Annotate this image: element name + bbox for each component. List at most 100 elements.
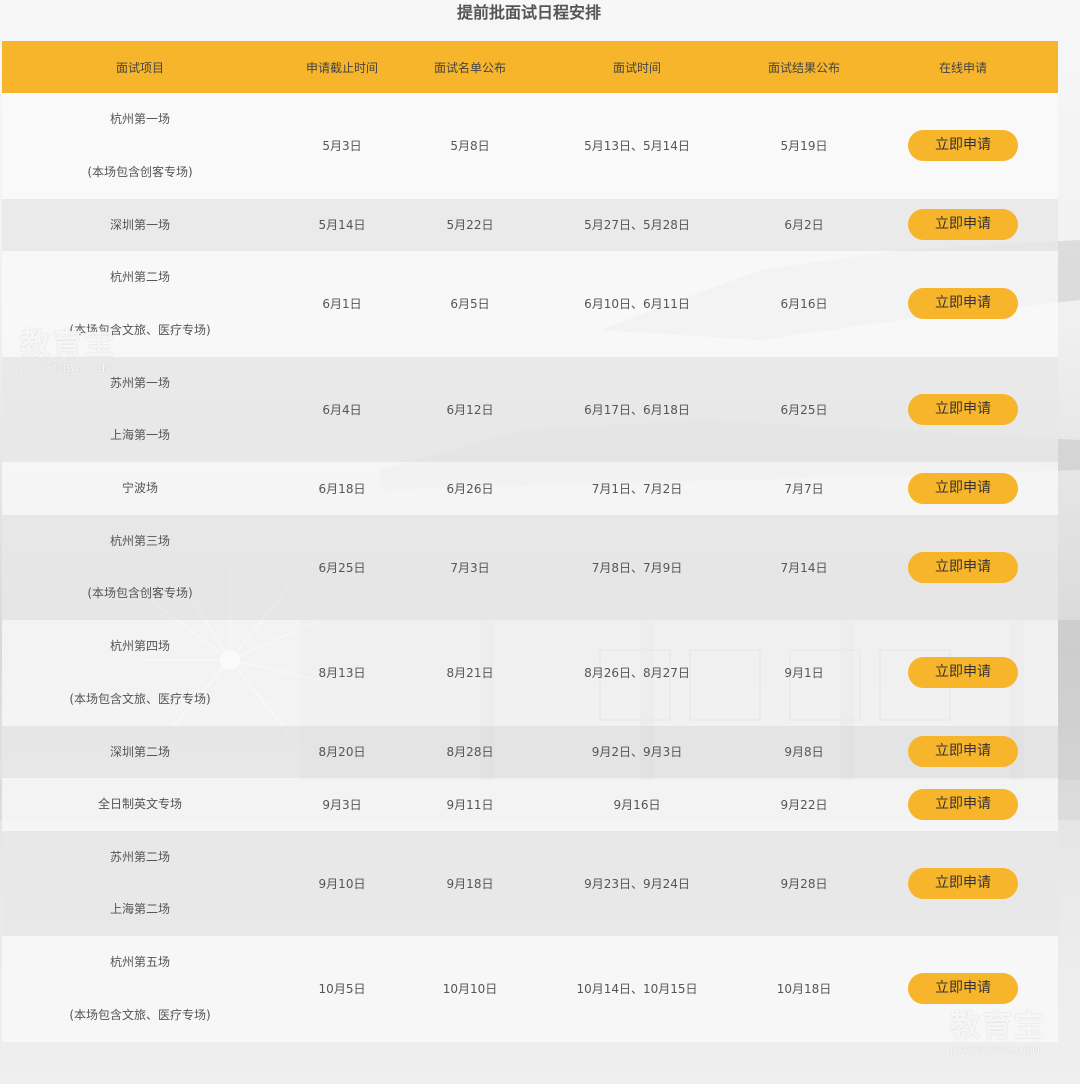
table-row: 杭州第三场 (本场包含创客专场) 6月25日 7月3日 7月8日、7月9日 7月14日 立即… [2, 514, 1058, 620]
cell-interview-time: 6月10日、6月11日 [534, 251, 740, 357]
item-line: 杭州第四场 [109, 639, 170, 654]
table-header-row: 面试项目 申请截止时间 面试名单公布 面试时间 面试结果公布 在线申请 [2, 41, 1058, 93]
table-row: 深圳第一场 5月14日 5月22日 5月27日、5月28日 6月2日 立即申请 [2, 198, 1058, 251]
cell-result-announcement: 9月8日 [740, 725, 868, 778]
header-item: 面试项目 [2, 41, 278, 93]
item-line: 深圳第二场 [109, 744, 170, 759]
item-line: 杭州第二场 [109, 270, 170, 285]
cell-list-announcement: 7月3日 [406, 514, 534, 620]
cell-item: 杭州第四场 (本场包含文旅、医疗专场) [2, 620, 278, 726]
interview-schedule-table: 面试项目 申请截止时间 面试名单公布 面试时间 面试结果公布 在线申请 杭州第一… [2, 41, 1058, 1042]
cell-list-announcement: 6月12日 [406, 356, 534, 462]
apply-now-button[interactable]: 立即申请 [908, 867, 1018, 899]
cell-deadline: 8月13日 [278, 620, 406, 726]
watermark-url: JIAOYUBAO.CN [950, 1044, 1042, 1057]
item-line: (本场包含创客专场) [87, 164, 193, 179]
cell-apply: 立即申请 [868, 725, 1058, 778]
header-result-announcement: 面试结果公布 [740, 41, 868, 93]
cell-interview-time: 9月16日 [534, 778, 740, 831]
header-online-apply: 在线申请 [868, 41, 1058, 93]
cell-item: 全日制英文专场 [2, 778, 278, 831]
cell-apply: 立即申请 [868, 356, 1058, 462]
table-row: 杭州第一场 (本场包含创客专场) 5月3日 5月8日 5月13日、5月14日 5月19日 立… [2, 93, 1058, 199]
cell-list-announcement: 10月10日 [406, 936, 534, 1042]
cell-interview-time: 6月17日、6月18日 [534, 356, 740, 462]
cell-deadline: 6月4日 [278, 356, 406, 462]
cell-deadline: 10月5日 [278, 936, 406, 1042]
watermark-logo: 教育宝 [950, 1009, 1046, 1044]
item-line: 全日制英文专场 [97, 797, 182, 811]
item-line: 杭州第一场 [109, 112, 170, 127]
item-line: (本场包含文旅、医疗专场) [69, 1007, 211, 1022]
cell-deadline: 8月20日 [278, 725, 406, 778]
cell-apply: 立即申请 [868, 462, 1058, 515]
item-line: 宁波场 [121, 481, 158, 495]
cell-item: 宁波场 [2, 462, 278, 515]
cell-interview-time: 5月27日、5月28日 [534, 198, 740, 251]
cell-item: 深圳第一场 [2, 198, 278, 251]
cell-result-announcement: 6月25日 [740, 356, 868, 462]
cell-interview-time: 7月1日、7月2日 [534, 462, 740, 515]
cell-deadline: 9月3日 [278, 778, 406, 831]
cell-list-announcement: 9月11日 [406, 778, 534, 831]
apply-now-button[interactable]: 立即申请 [908, 736, 1018, 768]
cell-apply: 立即申请 [868, 778, 1058, 831]
apply-now-button[interactable]: 立即申请 [908, 973, 1018, 1005]
cell-result-announcement: 9月28日 [740, 830, 868, 936]
cell-list-announcement: 6月5日 [406, 251, 534, 357]
cell-deadline: 9月10日 [278, 830, 406, 936]
apply-now-button[interactable]: 立即申请 [908, 130, 1018, 162]
apply-now-button[interactable]: 立即申请 [908, 393, 1018, 425]
watermark-right: 教育宝 JIAOYUBAO.CN [950, 1009, 1046, 1058]
cell-result-announcement: 10月18日 [740, 936, 868, 1042]
item-line: 深圳第一场 [109, 217, 170, 232]
table-row: 全日制英文专场 9月3日 9月11日 9月16日 9月22日 立即申请 [2, 778, 1058, 831]
cell-apply: 立即申请 [868, 251, 1058, 357]
table-row: 苏州第一场 上海第一场 6月4日 6月12日 6月17日、6月18日 6月25日 立即申请 [2, 356, 1058, 462]
cell-result-announcement: 6月16日 [740, 251, 868, 357]
table-row: 苏州第二场 上海第二场 9月10日 9月18日 9月23日、9月24日 9月28日 立即申请 [2, 830, 1058, 936]
cell-apply: 立即申请 [868, 514, 1058, 620]
apply-now-button[interactable]: 立即申请 [908, 472, 1018, 504]
cell-item: 杭州第五场 (本场包含文旅、医疗专场) [2, 936, 278, 1042]
item-line: 杭州第三场 [109, 533, 170, 548]
item-line: 苏州第二场 [109, 849, 170, 864]
cell-interview-time: 5月13日、5月14日 [534, 93, 740, 199]
cell-apply: 立即申请 [868, 620, 1058, 726]
header-list-announcement: 面试名单公布 [406, 41, 534, 93]
cell-deadline: 6月25日 [278, 514, 406, 620]
apply-now-button[interactable]: 立即申请 [908, 288, 1018, 320]
item-line: 杭州第五场 [109, 955, 170, 970]
cell-item: 深圳第二场 [2, 725, 278, 778]
table-row: 杭州第二场 (本场包含文旅、医疗专场) 6月1日 6月5日 6月10日、6月11日 6月1… [2, 251, 1058, 357]
cell-deadline: 6月18日 [278, 462, 406, 515]
cell-item: 杭州第一场 (本场包含创客专场) [2, 93, 278, 199]
table-row: 宁波场 6月18日 6月26日 7月1日、7月2日 7月7日 立即申请 [2, 462, 1058, 515]
watermark-logo: 教育宝 [20, 327, 116, 362]
page-title: 提前批面试日程安排 [456, 3, 601, 22]
table-row: 杭州第五场 (本场包含文旅、医疗专场) 10月5日 10月10日 10月14日、10月1… [2, 936, 1058, 1042]
cell-list-announcement: 8月21日 [406, 620, 534, 726]
cell-interview-time: 7月8日、7月9日 [534, 514, 740, 620]
cell-result-announcement: 9月1日 [740, 620, 868, 726]
cell-interview-time: 9月23日、9月24日 [534, 830, 740, 936]
cell-list-announcement: 5月8日 [406, 93, 534, 199]
apply-now-button[interactable]: 立即申请 [908, 657, 1018, 689]
cell-list-announcement: 8月28日 [406, 725, 534, 778]
apply-now-button[interactable]: 立即申请 [908, 209, 1018, 241]
cell-interview-time: 9月2日、9月3日 [534, 725, 740, 778]
cell-list-announcement: 9月18日 [406, 830, 534, 936]
apply-now-button[interactable]: 立即申请 [908, 788, 1018, 820]
header-deadline: 申请截止时间 [278, 41, 406, 93]
cell-apply: 立即申请 [868, 93, 1058, 199]
table-row: 深圳第二场 8月20日 8月28日 9月2日、9月3日 9月8日 立即申请 [2, 725, 1058, 778]
cell-deadline: 5月3日 [278, 93, 406, 199]
cell-item: 杭州第三场 (本场包含创客专场) [2, 514, 278, 620]
table-row: 杭州第四场 (本场包含文旅、医疗专场) 8月13日 8月21日 8月26日、8月27日 9… [2, 620, 1058, 726]
apply-now-button[interactable]: 立即申请 [908, 551, 1018, 583]
cell-deadline: 6月1日 [278, 251, 406, 357]
watermark-url: JIAOYUBAO.CN [20, 362, 112, 375]
cell-interview-time: 8月26日、8月27日 [534, 620, 740, 726]
cell-result-announcement: 9月22日 [740, 778, 868, 831]
item-line: 上海第一场 [109, 428, 170, 443]
